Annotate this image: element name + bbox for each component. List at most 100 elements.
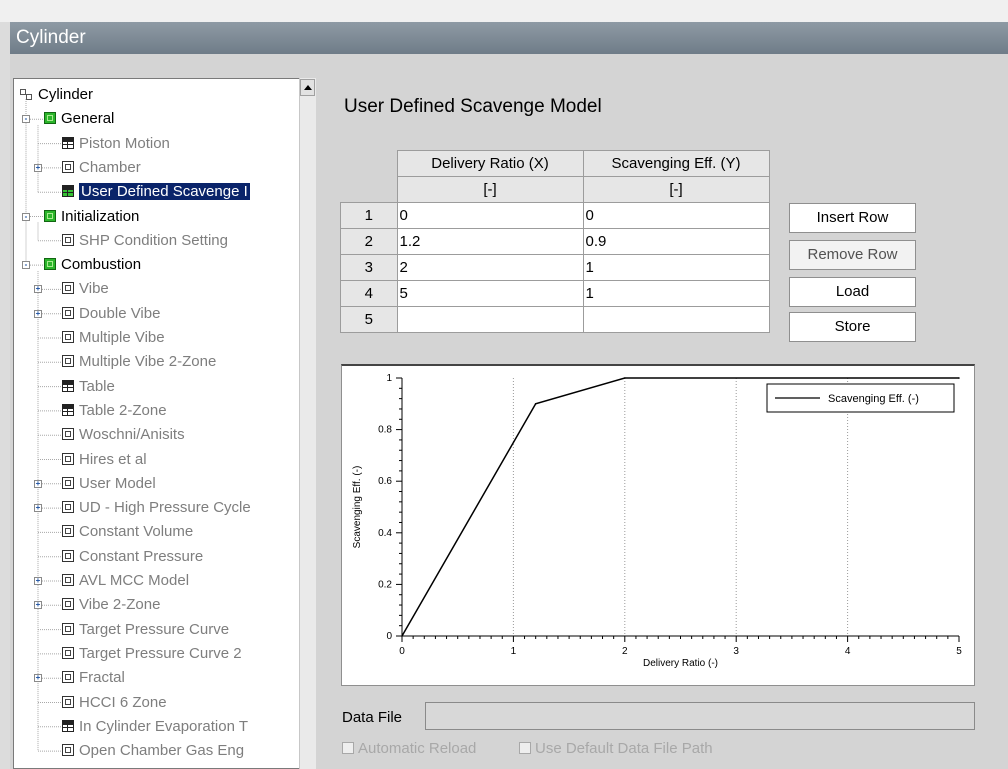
expand-icon[interactable]: + xyxy=(34,479,42,488)
unit-cell-y: [-] xyxy=(582,176,770,203)
store-button[interactable]: Store xyxy=(789,312,916,342)
collapse-icon[interactable]: - xyxy=(22,115,30,124)
expand-icon[interactable]: + xyxy=(34,309,42,318)
tree-view[interactable]: Cylinder General - Piston Motion Chamber + Use… xyxy=(13,78,316,769)
data-file-input[interactable] xyxy=(425,702,975,730)
tree-item[interactable]: Constant Pressure xyxy=(62,547,203,567)
automatic-reload-checkbox[interactable]: Automatic Reload xyxy=(342,740,476,757)
tree-item[interactable]: Initialization xyxy=(44,207,139,227)
data-point xyxy=(401,635,403,637)
tree-item-label: Woschni/Anisits xyxy=(79,426,185,444)
collapse-icon[interactable]: - xyxy=(22,261,30,270)
y-tick-label: 0 xyxy=(386,631,392,642)
checkbox-icon[interactable] xyxy=(519,742,531,754)
tree-item-label: User Defined Scavenge I xyxy=(79,183,250,201)
row-number[interactable]: 3 xyxy=(340,254,398,281)
remove-row-button[interactable]: Remove Row xyxy=(789,240,916,270)
cell-scavenging-eff[interactable] xyxy=(582,306,770,333)
tree-item[interactable]: Cylinder xyxy=(20,85,93,105)
model-icon xyxy=(62,671,74,684)
x-tick-label: 2 xyxy=(622,646,628,657)
collapse-icon[interactable]: - xyxy=(22,212,30,221)
cell-scavenging-eff[interactable]: 1 xyxy=(582,280,770,307)
model-icon xyxy=(62,598,74,611)
tree-item[interactable]: Fractal xyxy=(62,668,125,688)
cell-scavenging-eff[interactable]: 1 xyxy=(582,254,770,281)
expand-icon[interactable]: + xyxy=(34,163,42,172)
use-default-path-label: Use Default Data File Path xyxy=(535,740,713,757)
tree-item[interactable]: Table 2-Zone xyxy=(62,401,167,421)
tree-item[interactable]: Vibe 2-Zone xyxy=(62,595,160,615)
insert-row-button[interactable]: Insert Row xyxy=(789,203,916,233)
hierarchy-icon xyxy=(20,89,33,100)
checkbox-icon[interactable] xyxy=(342,742,354,754)
tree-item[interactable]: Vibe xyxy=(62,279,109,299)
tree-item-label: User Model xyxy=(79,474,156,492)
table-row[interactable]: 2 1.2 0.9 xyxy=(340,228,770,255)
tree-item-label: Vibe 2-Zone xyxy=(79,596,161,614)
expand-icon[interactable]: + xyxy=(34,577,42,585)
expand-icon[interactable]: + xyxy=(34,285,42,294)
tree-item[interactable]: General xyxy=(44,109,114,129)
tree-item[interactable]: User Model xyxy=(62,474,156,494)
tree-item[interactable]: In Cylinder Evaporation T xyxy=(62,717,248,737)
use-default-path-checkbox[interactable]: Use Default Data File Path xyxy=(519,740,713,757)
table-row[interactable]: 100 xyxy=(340,202,770,229)
tree-item-label: Multiple Vibe 2-Zone xyxy=(79,353,217,371)
expand-icon[interactable]: + xyxy=(34,601,42,610)
x-tick-label: 0 xyxy=(399,646,405,657)
tree-item[interactable]: HCCI 6 Zone xyxy=(62,693,167,713)
tree-item[interactable]: Multiple Vibe 2-Zone xyxy=(62,352,216,372)
tree-item[interactable]: SHP Condition Setting xyxy=(62,231,228,251)
scavenge-chart: 0 1 2 3 4 5 0 0.2 0.4 0.6 0.8 1 Delivery Ratio (-) Sc… xyxy=(352,373,962,669)
cell-delivery-ratio[interactable]: 2 xyxy=(396,254,584,281)
table-icon xyxy=(62,185,74,198)
row-number[interactable]: 4 xyxy=(340,280,398,307)
cell-delivery-ratio[interactable]: 1.2 xyxy=(396,228,584,255)
expand-icon[interactable]: + xyxy=(34,504,42,513)
model-icon xyxy=(62,476,74,489)
model-icon xyxy=(62,695,74,708)
model-icon xyxy=(62,160,74,173)
cell-delivery-ratio[interactable]: 5 xyxy=(396,280,584,307)
tree-item[interactable]: Double Vibe xyxy=(62,304,160,324)
unit-cell-x: [-] xyxy=(396,176,584,203)
x-tick-label: 4 xyxy=(845,646,851,657)
column-header-x[interactable]: Delivery Ratio (X) xyxy=(396,150,584,177)
tree-item-label: Piston Motion xyxy=(79,134,170,152)
table-row[interactable]: 451 xyxy=(340,280,770,307)
row-number[interactable]: 2 xyxy=(340,228,398,255)
cell-delivery-ratio[interactable] xyxy=(396,306,584,333)
table-row[interactable]: 5 xyxy=(340,306,770,333)
tree-item[interactable]: UD - High Pressure Cycle xyxy=(62,498,251,518)
tree-item-label: Fractal xyxy=(79,669,125,687)
row-number[interactable]: 5 xyxy=(340,306,398,333)
tree-item[interactable]: Multiple Vibe xyxy=(62,328,165,348)
model-icon xyxy=(62,355,74,368)
tree-item[interactable]: Constant Volume xyxy=(62,522,193,542)
column-header-y[interactable]: Scavenging Eff. (Y) xyxy=(582,150,770,177)
data-point xyxy=(958,377,960,379)
cell-scavenging-eff[interactable]: 0 xyxy=(582,202,770,229)
tree-item[interactable]: User Defined Scavenge I xyxy=(62,182,250,202)
tree-item[interactable]: Piston Motion xyxy=(62,134,170,154)
cell-scavenging-eff[interactable]: 0.9 xyxy=(582,228,770,255)
tree-item[interactable]: Target Pressure Curve 2 xyxy=(62,644,242,664)
tree-item[interactable]: Combustion xyxy=(44,255,141,275)
tree-item[interactable]: Hires et al xyxy=(62,450,147,470)
scroll-up-arrow-icon[interactable] xyxy=(300,79,315,96)
tree-item[interactable]: Woschni/Anisits xyxy=(62,425,185,445)
tree-scrollbar[interactable] xyxy=(299,78,316,769)
cell-delivery-ratio[interactable]: 0 xyxy=(396,202,584,229)
tree-item[interactable]: Table xyxy=(62,377,115,397)
tree-item[interactable]: Target Pressure Curve xyxy=(62,620,229,640)
tree-item[interactable]: Chamber xyxy=(62,158,141,178)
row-number[interactable]: 1 xyxy=(340,202,398,229)
tree-item[interactable]: AVL MCC Model xyxy=(62,571,189,591)
load-button[interactable]: Load xyxy=(789,277,916,307)
tree-item-label: Multiple Vibe xyxy=(79,329,165,346)
tree-item[interactable]: Open Chamber Gas Eng xyxy=(62,741,244,761)
tree-item-label: Target Pressure Curve 2 xyxy=(79,644,242,662)
table-row[interactable]: 321 xyxy=(340,254,770,281)
expand-icon[interactable]: + xyxy=(34,674,42,683)
